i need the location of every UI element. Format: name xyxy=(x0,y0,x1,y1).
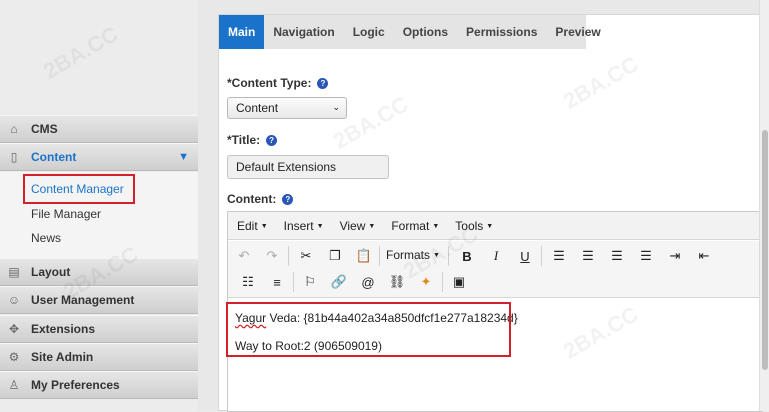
toolbar-separator xyxy=(442,272,443,292)
copy-icon[interactable]: ❐ xyxy=(324,245,346,267)
tab-logic[interactable]: Logic xyxy=(344,15,394,49)
cut-icon[interactable]: ✂ xyxy=(295,245,317,267)
align-right-icon[interactable]: ☰ xyxy=(606,245,628,267)
sidebar-item-label: Site Admin xyxy=(31,350,94,364)
link-icon[interactable]: 🔗 xyxy=(328,271,350,293)
tab-options[interactable]: Options xyxy=(394,15,457,49)
redo-icon[interactable]: ↷ xyxy=(261,245,283,267)
toolbar-separator xyxy=(541,246,542,266)
sidebar: ⌂ CMS ▯ Content ▼ Content Manager File M… xyxy=(0,0,198,411)
menu-edit[interactable]: Edit ▼ xyxy=(237,219,268,233)
toolbar-separator xyxy=(379,246,380,266)
title-label: *Title:? xyxy=(227,133,278,147)
italic-icon[interactable]: I xyxy=(485,245,507,267)
menu-label: Insert xyxy=(283,218,314,233)
content-type-label-text: *Content Type: xyxy=(227,76,312,90)
tab-preview[interactable]: Preview xyxy=(546,15,609,49)
editor-menubar: Edit ▼ Insert ▼ View ▼ Format ▼ Tools ▼ xyxy=(228,212,762,240)
sidebar-item-extensions[interactable]: ✥ Extensions xyxy=(0,315,198,343)
sidebar-item-label: Content xyxy=(31,150,77,164)
title-input[interactable]: Default Extensions xyxy=(227,155,389,179)
sidebar-item-my-preferences[interactable]: ♙ My Preferences xyxy=(0,371,198,399)
vertical-scrollbar[interactable] xyxy=(759,0,769,411)
content-type-select[interactable]: Content ⌄ xyxy=(227,97,347,119)
caret-icon: ▼ xyxy=(260,222,268,230)
content-type-label: *Content Type:? xyxy=(227,76,329,90)
title-label-text: *Title: xyxy=(227,133,261,147)
puzzle-icon: ✥ xyxy=(8,322,20,336)
caret-icon: ▼ xyxy=(432,222,440,230)
content-label: Content:? xyxy=(227,192,294,206)
submenu-file-manager[interactable]: File Manager xyxy=(31,207,101,221)
help-icon[interactable]: ? xyxy=(266,135,278,146)
content-type-value: Content xyxy=(236,101,279,115)
tab-bar: Main Navigation Logic Options Permission… xyxy=(219,15,601,49)
content-icon: ▯ xyxy=(10,150,18,164)
undo-icon[interactable]: ↶ xyxy=(233,245,255,267)
toolbar-separator xyxy=(288,246,289,266)
tab-main[interactable]: Main xyxy=(219,15,265,49)
menu-tools[interactable]: Tools ▼ xyxy=(455,219,493,233)
sidebar-item-label: Layout xyxy=(31,265,71,279)
numbered-list-icon[interactable]: ≡ xyxy=(266,271,288,293)
caret-icon: ▼ xyxy=(316,222,324,230)
highlight-box-content-manager xyxy=(23,174,135,204)
bookmark-icon[interactable]: ⚐ xyxy=(299,271,321,293)
paste-icon[interactable]: 📋 xyxy=(353,245,375,267)
bullet-list-icon[interactable]: ☷ xyxy=(237,271,259,293)
menu-insert[interactable]: Insert ▼ xyxy=(284,219,324,233)
sidebar-item-site-admin[interactable]: ⚙ Site Admin xyxy=(0,343,198,371)
help-icon[interactable]: ? xyxy=(317,78,329,89)
formats-label: Formats xyxy=(386,248,431,262)
tab-permissions[interactable]: Permissions xyxy=(457,15,546,49)
scrollbar-thumb[interactable] xyxy=(762,130,768,370)
title-value: Default Extensions xyxy=(236,160,337,174)
menu-label: Tools xyxy=(455,218,484,233)
user-icon: ♙ xyxy=(8,378,20,392)
users-icon: ☺ xyxy=(7,293,21,307)
menu-label: Format xyxy=(391,218,430,233)
editor-toolbar: ↶ ↷ ✂ ❐ 📋 Formats ▼ B I U ☰ ☰ ☰ ☰ ⇥ ⇤ ☷ … xyxy=(228,241,762,298)
sidebar-item-cms[interactable]: ⌂ CMS xyxy=(0,115,198,143)
align-center-icon[interactable]: ☰ xyxy=(577,245,599,267)
submenu-news[interactable]: News xyxy=(31,231,61,245)
gear-icon: ⚙ xyxy=(8,350,20,364)
chevron-down-icon[interactable]: ▼ xyxy=(178,151,189,163)
sidebar-item-label: User Management xyxy=(31,293,135,307)
sidebar-item-label: My Preferences xyxy=(31,378,120,392)
tab-navigation[interactable]: Navigation xyxy=(264,15,343,49)
toolbar-separator xyxy=(293,272,294,292)
underline-icon[interactable]: U xyxy=(514,245,536,267)
highlight-box-content xyxy=(226,302,511,357)
image-icon[interactable]: ▣ xyxy=(448,271,470,293)
special-link-icon[interactable]: ✦ xyxy=(415,271,437,293)
sidebar-item-layout[interactable]: ▤ Layout xyxy=(0,258,198,286)
content-label-text: Content: xyxy=(227,192,277,206)
align-justify-icon[interactable]: ☰ xyxy=(635,245,657,267)
home-icon: ⌂ xyxy=(10,122,18,136)
sidebar-item-user-management[interactable]: ☺ User Management xyxy=(0,286,198,314)
sidebar-item-label: Extensions xyxy=(31,322,96,336)
caret-icon: ▼ xyxy=(433,251,440,259)
menu-label: Edit xyxy=(237,218,258,233)
outdent-icon[interactable]: ⇤ xyxy=(693,245,715,267)
bold-icon[interactable]: B xyxy=(456,245,478,267)
unlink-icon[interactable]: ⛓ xyxy=(386,271,408,293)
chevron-down-icon: ⌄ xyxy=(332,102,340,112)
help-icon[interactable]: ? xyxy=(282,194,294,205)
indent-icon[interactable]: ⇥ xyxy=(664,245,686,267)
email-icon[interactable]: @ xyxy=(357,271,379,293)
sidebar-item-label: CMS xyxy=(31,122,58,136)
formats-dropdown[interactable]: Formats ▼ xyxy=(386,244,440,266)
sidebar-item-content[interactable]: ▯ Content ▼ xyxy=(0,143,198,171)
caret-icon: ▼ xyxy=(368,222,376,230)
menu-label: View xyxy=(339,218,366,233)
toolbar-separator xyxy=(448,246,449,266)
menu-format[interactable]: Format ▼ xyxy=(391,219,439,233)
layout-icon: ▤ xyxy=(8,265,20,279)
align-left-icon[interactable]: ☰ xyxy=(548,245,570,267)
caret-icon: ▼ xyxy=(486,222,494,230)
menu-view[interactable]: View ▼ xyxy=(340,219,376,233)
